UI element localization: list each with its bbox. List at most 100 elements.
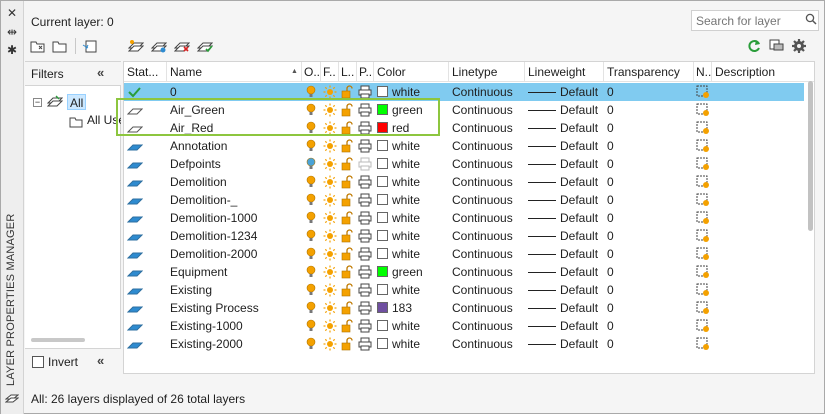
layer-linetype[interactable]: Continuous bbox=[452, 281, 524, 299]
freeze-toggle[interactable] bbox=[323, 281, 339, 299]
on-off-toggle[interactable] bbox=[305, 101, 321, 119]
plot-toggle[interactable] bbox=[358, 83, 374, 101]
layer-status-icon[interactable] bbox=[127, 301, 144, 315]
layer-row[interactable]: Air_Green green Continuous Default 0 bbox=[124, 101, 804, 119]
layer-color[interactable]: white bbox=[377, 155, 449, 173]
on-off-toggle[interactable] bbox=[305, 263, 321, 281]
layer-color[interactable]: green bbox=[377, 101, 449, 119]
printer-icon[interactable] bbox=[358, 175, 372, 189]
printer-icon[interactable] bbox=[358, 121, 372, 135]
layer-lineweight[interactable]: Default bbox=[528, 281, 604, 299]
layer-status-icon[interactable] bbox=[127, 335, 163, 353]
layer-color[interactable]: white bbox=[377, 281, 449, 299]
layer-transparency[interactable]: 0 bbox=[607, 191, 693, 209]
layer-row[interactable]: Annotation white Continuous Default 0 bbox=[124, 137, 804, 155]
printer-icon[interactable] bbox=[358, 211, 372, 225]
layer-lineweight[interactable]: Default bbox=[528, 335, 604, 353]
column-header-plot[interactable]: P.. bbox=[357, 62, 374, 82]
plot-toggle[interactable] bbox=[358, 263, 374, 281]
new-vp-freeze-toggle[interactable] bbox=[696, 191, 712, 209]
new-vp-freeze-icon[interactable] bbox=[696, 301, 710, 315]
sun-icon[interactable] bbox=[323, 319, 337, 333]
sun-icon[interactable] bbox=[323, 121, 337, 135]
printer-icon[interactable] bbox=[358, 103, 372, 117]
layer-linetype[interactable]: Continuous bbox=[452, 137, 524, 155]
sun-icon[interactable] bbox=[323, 301, 337, 315]
plot-toggle[interactable] bbox=[358, 119, 374, 137]
new-vp-freeze-icon[interactable] bbox=[696, 121, 710, 135]
layer-status-icon[interactable] bbox=[127, 337, 144, 351]
sun-icon[interactable] bbox=[323, 139, 337, 153]
layer-status-icon[interactable] bbox=[127, 139, 144, 153]
layer-status-icon[interactable] bbox=[127, 247, 144, 261]
layer-transparency-icon[interactable] bbox=[767, 38, 785, 54]
new-vp-freeze-toggle[interactable] bbox=[696, 209, 712, 227]
freeze-toggle[interactable] bbox=[323, 137, 339, 155]
lock-toggle[interactable] bbox=[341, 83, 357, 101]
on-off-toggle[interactable] bbox=[305, 137, 321, 155]
lightbulb-icon[interactable] bbox=[305, 85, 317, 99]
new-vp-freeze-icon[interactable] bbox=[696, 229, 710, 243]
layer-status-icon[interactable] bbox=[127, 193, 144, 207]
layer-transparency[interactable]: 0 bbox=[607, 299, 693, 317]
layer-status-icon[interactable] bbox=[127, 299, 163, 317]
layer-color[interactable]: white bbox=[377, 209, 449, 227]
unlock-icon[interactable] bbox=[341, 139, 353, 153]
properties-icon[interactable]: ✱ bbox=[5, 43, 19, 57]
layer-name[interactable]: Demolition-1000 bbox=[170, 209, 300, 227]
invert-checkbox[interactable] bbox=[32, 356, 44, 368]
layer-status-icon[interactable] bbox=[127, 283, 144, 297]
layer-row[interactable]: Demolition white Continuous Default 0 bbox=[124, 173, 804, 191]
layer-transparency[interactable]: 0 bbox=[607, 83, 693, 101]
lightbulb-icon[interactable] bbox=[305, 283, 317, 297]
column-header-transparency[interactable]: Transparency bbox=[604, 62, 694, 82]
unlock-icon[interactable] bbox=[341, 337, 353, 351]
printer-icon[interactable] bbox=[358, 193, 372, 207]
column-header-on[interactable]: O.. bbox=[302, 62, 321, 82]
printer-icon[interactable] bbox=[358, 319, 372, 333]
close-icon[interactable]: ✕ bbox=[5, 6, 19, 20]
printer-icon[interactable] bbox=[358, 301, 372, 315]
printer-icon[interactable] bbox=[358, 265, 372, 279]
column-header-freeze[interactable]: F.. bbox=[321, 62, 339, 82]
layer-status-icon[interactable] bbox=[127, 175, 144, 189]
new-vp-freeze-icon[interactable] bbox=[696, 103, 710, 117]
lightbulb-icon[interactable] bbox=[305, 103, 317, 117]
unlock-icon[interactable] bbox=[341, 229, 353, 243]
plot-toggle[interactable] bbox=[358, 137, 374, 155]
freeze-toggle[interactable] bbox=[323, 245, 339, 263]
lock-toggle[interactable] bbox=[341, 299, 357, 317]
on-off-toggle[interactable] bbox=[305, 317, 321, 335]
layer-status-icon[interactable] bbox=[127, 191, 163, 209]
plot-toggle[interactable] bbox=[358, 227, 374, 245]
layer-status-icon[interactable] bbox=[127, 265, 144, 279]
layer-row[interactable]: Demolition-1234 white Continuous Default 0 bbox=[124, 227, 804, 245]
layer-row[interactable]: Equipment green Continuous Default 0 bbox=[124, 263, 804, 281]
layer-name[interactable]: Demolition-1234 bbox=[170, 227, 300, 245]
layer-lineweight[interactable]: Default bbox=[528, 119, 604, 137]
lock-toggle[interactable] bbox=[341, 119, 357, 137]
layer-linetype[interactable]: Continuous bbox=[452, 227, 524, 245]
lightbulb-icon[interactable] bbox=[305, 175, 317, 189]
layer-status-icon[interactable] bbox=[127, 155, 163, 173]
column-header-name[interactable]: Name bbox=[167, 62, 302, 82]
new-vp-freeze-icon[interactable] bbox=[696, 283, 710, 297]
new-vp-freeze-toggle[interactable] bbox=[696, 317, 712, 335]
unlock-icon[interactable] bbox=[341, 283, 353, 297]
layer-transparency[interactable]: 0 bbox=[607, 227, 693, 245]
settings-gear-icon[interactable] bbox=[790, 38, 808, 54]
layer-linetype[interactable]: Continuous bbox=[452, 335, 524, 353]
unlock-icon[interactable] bbox=[341, 247, 353, 261]
unlock-icon[interactable] bbox=[341, 265, 353, 279]
layer-status-icon[interactable] bbox=[127, 317, 163, 335]
layer-lineweight[interactable]: Default bbox=[528, 155, 604, 173]
lightbulb-icon[interactable] bbox=[305, 229, 317, 243]
lock-toggle[interactable] bbox=[341, 263, 357, 281]
plot-toggle[interactable] bbox=[358, 245, 374, 263]
layer-linetype[interactable]: Continuous bbox=[452, 101, 524, 119]
layer-row[interactable]: Existing-1000 white Continuous Default 0 bbox=[124, 317, 804, 335]
unlock-icon[interactable] bbox=[341, 157, 353, 171]
layer-name[interactable]: Equipment bbox=[170, 263, 300, 281]
new-vp-freeze-toggle[interactable] bbox=[696, 155, 712, 173]
layer-row[interactable]: Existing-2000 white Continuous Default 0 bbox=[124, 335, 804, 353]
